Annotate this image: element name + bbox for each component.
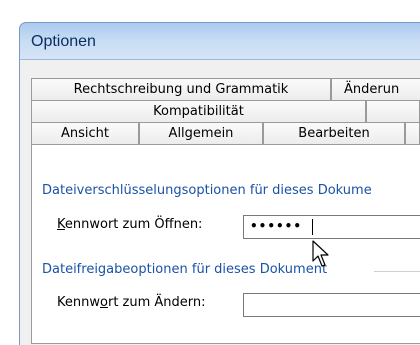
modify-password-label-part2: rt zum Ändern: xyxy=(107,295,206,310)
open-password-input[interactable]: •••••• xyxy=(243,215,420,239)
tab-kompatibilitaet[interactable]: Kompatibilität xyxy=(31,100,366,122)
dialog-title: Optionen xyxy=(31,33,96,50)
tab-allgemein[interactable]: Allgemein xyxy=(139,122,263,144)
tab-label: Kompatibilität xyxy=(153,104,244,119)
text-caret xyxy=(312,219,313,235)
title-bar[interactable]: Optionen xyxy=(19,22,420,60)
tab-label: Bearbeiten xyxy=(298,126,370,141)
modify-password-input[interactable] xyxy=(243,293,420,317)
open-password-label: Kennwort zum Öffnen: xyxy=(57,217,202,232)
modify-password-label: Kennwort zum Ändern: xyxy=(57,295,206,310)
background-strip xyxy=(0,0,420,22)
tab-label: Rechtschreibung und Grammatik xyxy=(73,82,289,97)
tab-rechtschreibung[interactable]: Rechtschreibung und Grammatik xyxy=(31,78,331,100)
tab-label: Ansicht xyxy=(60,126,109,141)
tab-ansicht[interactable]: Ansicht xyxy=(31,122,139,144)
mouse-pointer-icon xyxy=(312,240,329,267)
tab-row3-extra[interactable] xyxy=(405,122,420,144)
modify-password-hotkey: o xyxy=(100,295,108,310)
tab-bearbeiten[interactable]: Bearbeiten xyxy=(263,122,405,144)
open-password-value: •••••• xyxy=(250,219,303,233)
tab-label: Allgemein xyxy=(168,126,234,141)
tab-aenderungen[interactable]: Änderun xyxy=(331,78,420,100)
modify-password-label-part1: Kennw xyxy=(57,295,100,310)
tab-row2-extra[interactable] xyxy=(366,100,420,122)
section-separator xyxy=(374,271,420,272)
encryption-section-heading: Dateiverschlüsselungsoptionen für dieses… xyxy=(42,183,372,198)
open-password-label-text: ennwort zum Öffnen: xyxy=(64,217,203,232)
open-password-hotkey: K xyxy=(57,217,65,232)
tab-label: Änderun xyxy=(344,82,400,97)
sharing-section-heading: Dateifreigabeoptionen für dieses Dokumen… xyxy=(42,262,328,277)
